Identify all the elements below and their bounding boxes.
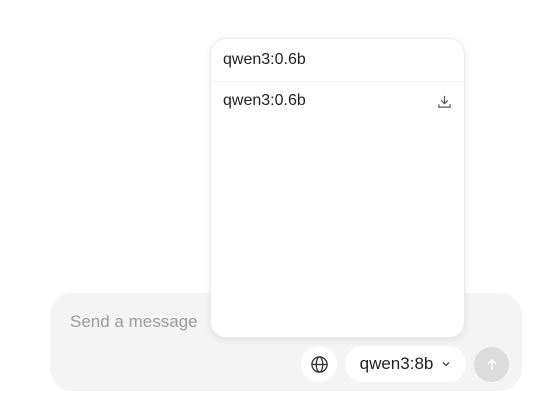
dropdown-divider <box>211 81 464 82</box>
chat-page: qwen3:8b qwen3:0.6b <box>0 0 551 412</box>
web-search-button[interactable] <box>301 346 337 382</box>
model-selector-button[interactable]: qwen3:8b <box>345 346 466 382</box>
send-button[interactable] <box>474 347 509 382</box>
arrow-up-icon <box>485 358 499 372</box>
globe-icon <box>310 355 329 374</box>
download-icon[interactable] <box>437 94 452 109</box>
model-option-qwen3-0-6b[interactable]: qwen3:0.6b <box>211 86 464 116</box>
model-option-label: qwen3:0.6b <box>223 92 306 109</box>
model-selector-label: qwen3:8b <box>359 354 434 373</box>
chevron-down-icon <box>441 359 451 369</box>
model-dropdown: qwen3:0.6b <box>210 38 465 338</box>
model-search-input[interactable] <box>223 48 451 72</box>
